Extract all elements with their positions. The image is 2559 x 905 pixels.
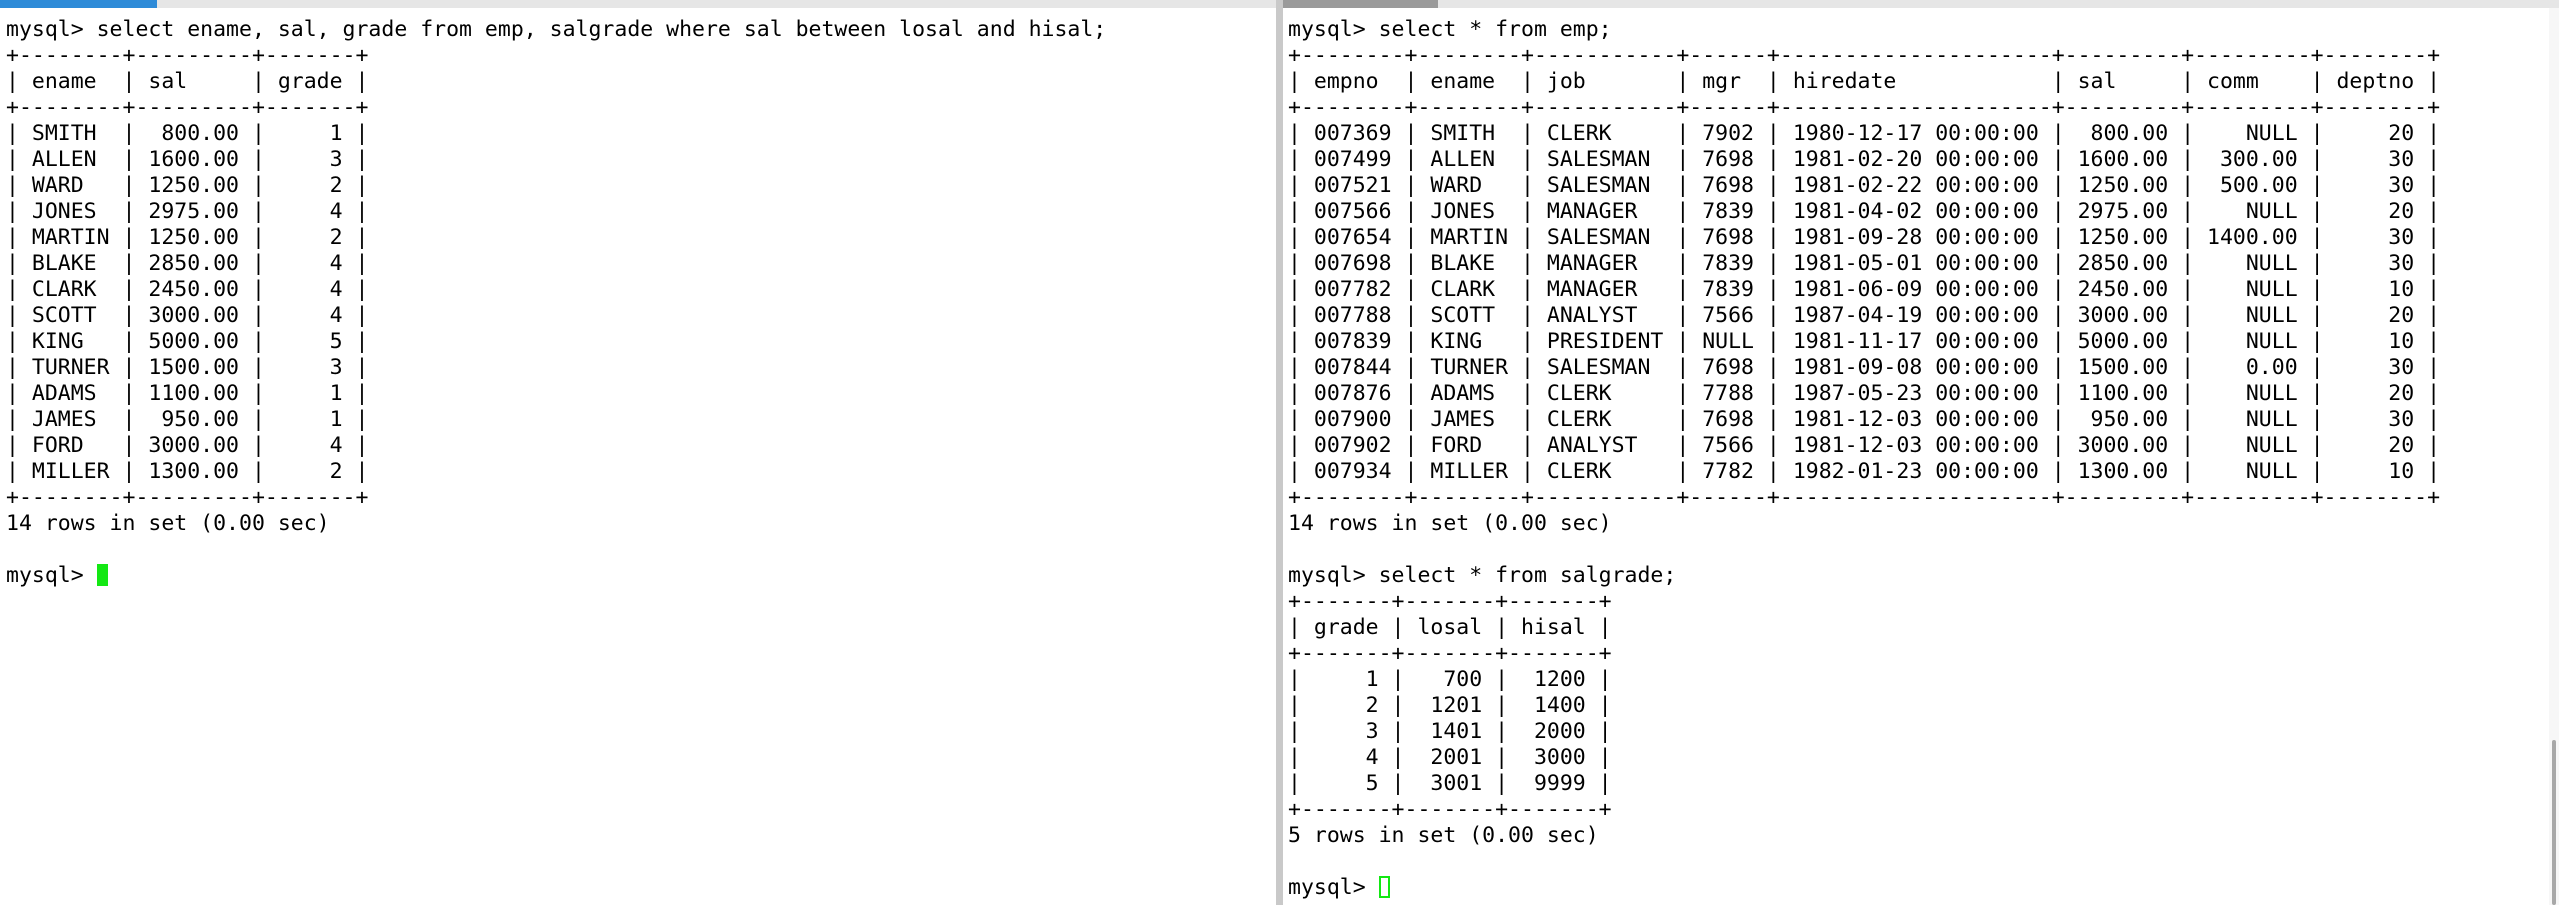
right-line: | 007499 | ALLEN | SALESMAN | 7698 | 198… <box>1288 147 2441 172</box>
left-line: | WARD | 1250.00 | 2 | <box>6 173 369 198</box>
right-scrollbar-thumb[interactable] <box>2552 740 2556 905</box>
left-line: | ename | sal | grade | <box>6 69 369 94</box>
left-line: | ALLEN | 1600.00 | 3 | <box>6 147 369 172</box>
right-line: | 007844 | TURNER | SALESMAN | 7698 | 19… <box>1288 355 2441 380</box>
left-line: +--------+---------+-------+ <box>6 485 369 510</box>
right-line: | 2 | 1201 | 1400 | <box>1288 693 1612 718</box>
tab-bar-right <box>1283 0 2559 8</box>
left-line: +--------+---------+-------+ <box>6 43 369 68</box>
right-line: | 4 | 2001 | 3000 | <box>1288 745 1612 770</box>
right-line: | 007698 | BLAKE | MANAGER | 7839 | 1981… <box>1288 251 2441 276</box>
left-line: mysql> select ename, sal, grade from emp… <box>6 17 1107 42</box>
left-terminal-pane[interactable]: mysql> select ename, sal, grade from emp… <box>0 8 1276 905</box>
right-line: +--------+--------+-----------+------+--… <box>1288 95 2441 120</box>
pane-divider[interactable] <box>1276 0 1283 905</box>
left-line: | CLARK | 2450.00 | 4 | <box>6 277 369 302</box>
right-line: | 007876 | ADAMS | CLERK | 7788 | 1987-0… <box>1288 381 2441 406</box>
right-line: mysql> select * from salgrade; <box>1288 563 1677 588</box>
right-line: | 3 | 1401 | 2000 | <box>1288 719 1612 744</box>
right-output-text: mysql> select * from emp; +--------+----… <box>1288 17 2440 848</box>
right-line: | grade | losal | hisal | <box>1288 615 1612 640</box>
left-line: | JAMES | 950.00 | 1 | <box>6 407 369 432</box>
right-line: | 007369 | SMITH | CLERK | 7902 | 1980-1… <box>1288 121 2441 146</box>
right-line: mysql> select * from emp; <box>1288 17 1612 42</box>
left-line: 14 rows in set (0.00 sec) <box>6 511 330 536</box>
left-terminal-output: mysql> select ename, sal, grade from emp… <box>6 17 1106 589</box>
right-line: | 5 | 3001 | 9999 | <box>1288 771 1612 796</box>
right-line: +-------+-------+-------+ <box>1288 589 1612 614</box>
right-line: +--------+--------+-----------+------+--… <box>1288 485 2441 510</box>
left-line: | FORD | 3000.00 | 4 | <box>6 433 369 458</box>
left-line: | TURNER | 1500.00 | 3 | <box>6 355 369 380</box>
right-line: | 007902 | FORD | ANALYST | 7566 | 1981-… <box>1288 433 2441 458</box>
left-line: | MILLER | 1300.00 | 2 | <box>6 459 369 484</box>
left-line: | SCOTT | 3000.00 | 4 | <box>6 303 369 328</box>
right-line: | 007788 | SCOTT | ANALYST | 7566 | 1987… <box>1288 303 2441 328</box>
right-line: | 007566 | JONES | MANAGER | 7839 | 1981… <box>1288 199 2441 224</box>
right-line: +-------+-------+-------+ <box>1288 641 1612 666</box>
right-line: | 007900 | JAMES | CLERK | 7698 | 1981-1… <box>1288 407 2441 432</box>
left-line: | BLAKE | 2850.00 | 4 | <box>6 251 369 276</box>
right-line: 5 rows in set (0.00 sec) <box>1288 823 1599 848</box>
terminal-window: mysql> select ename, sal, grade from emp… <box>0 0 2559 905</box>
tab-left-pane[interactable] <box>0 0 157 8</box>
right-line: | 007782 | CLARK | MANAGER | 7839 | 1981… <box>1288 277 2441 302</box>
tab-right-pane[interactable] <box>1283 0 1438 8</box>
right-line: | empno | ename | job | mgr | hiredate |… <box>1288 69 2441 94</box>
left-line: | MARTIN | 1250.00 | 2 | <box>6 225 369 250</box>
right-line: 14 rows in set (0.00 sec) <box>1288 511 1612 536</box>
right-line: +--------+--------+-----------+------+--… <box>1288 43 2441 68</box>
left-line: | JONES | 2975.00 | 4 | <box>6 199 369 224</box>
right-line: | 007839 | KING | PRESIDENT | NULL | 198… <box>1288 329 2441 354</box>
tab-bar <box>0 0 1280 8</box>
right-line: | 007521 | WARD | SALESMAN | 7698 | 1981… <box>1288 173 2441 198</box>
right-line: +-------+-------+-------+ <box>1288 797 1612 822</box>
left-line: | KING | 5000.00 | 5 | <box>6 329 369 354</box>
right-scrollbar[interactable] <box>2549 8 2559 905</box>
left-line: +--------+---------+-------+ <box>6 95 369 120</box>
right-terminal-pane[interactable]: mysql> select * from emp; +--------+----… <box>1283 8 2559 905</box>
left-line: | ADAMS | 1100.00 | 1 | <box>6 381 369 406</box>
left-cursor <box>96 564 108 586</box>
right-prompt: mysql> <box>1288 875 1379 900</box>
left-line: | SMITH | 800.00 | 1 | <box>6 121 369 146</box>
right-line: | 1 | 700 | 1200 | <box>1288 667 1612 692</box>
right-cursor <box>1378 876 1390 898</box>
right-terminal-output: mysql> select * from emp; +--------+----… <box>1288 17 2440 901</box>
left-prompt: mysql> <box>6 563 97 588</box>
right-line: | 007654 | MARTIN | SALESMAN | 7698 | 19… <box>1288 225 2441 250</box>
left-output-text: mysql> select ename, sal, grade from emp… <box>6 17 1106 536</box>
right-line: | 007934 | MILLER | CLERK | 7782 | 1982-… <box>1288 459 2441 484</box>
